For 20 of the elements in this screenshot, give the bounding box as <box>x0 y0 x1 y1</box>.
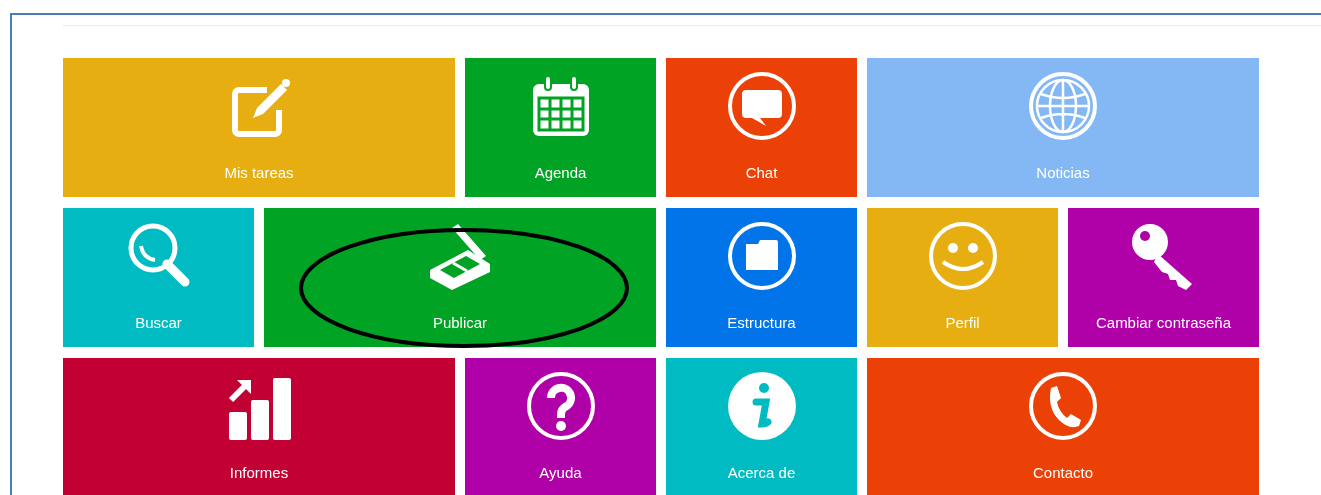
menu-tile[interactable]: Agenda <box>465 58 656 197</box>
menu-tile[interactable]: Cambiar contraseña <box>1068 208 1259 347</box>
globe-icon <box>1027 70 1099 142</box>
menu-tile[interactable]: Ayuda <box>465 358 656 495</box>
menu-tile[interactable]: Chat <box>666 58 857 197</box>
phone-icon <box>1027 370 1099 442</box>
menu-tile[interactable]: Informes <box>63 358 455 495</box>
question-icon <box>524 370 597 442</box>
smiley-icon <box>926 220 999 292</box>
menu-tile[interactable]: Acerca de <box>666 358 857 495</box>
menu-tile[interactable]: Contacto <box>867 358 1259 495</box>
folder-icon <box>725 220 798 292</box>
menu-tile[interactable]: Publicar <box>264 208 656 347</box>
menu-tile[interactable]: Estructura <box>666 208 857 347</box>
chat-icon <box>725 70 798 142</box>
menu-tile[interactable]: Mis tareas <box>63 58 455 197</box>
menu-tile[interactable]: Noticias <box>867 58 1259 197</box>
info-icon <box>725 370 798 442</box>
menu-tile[interactable]: Perfil <box>867 208 1058 347</box>
menu-tile[interactable]: Buscar <box>63 208 254 347</box>
